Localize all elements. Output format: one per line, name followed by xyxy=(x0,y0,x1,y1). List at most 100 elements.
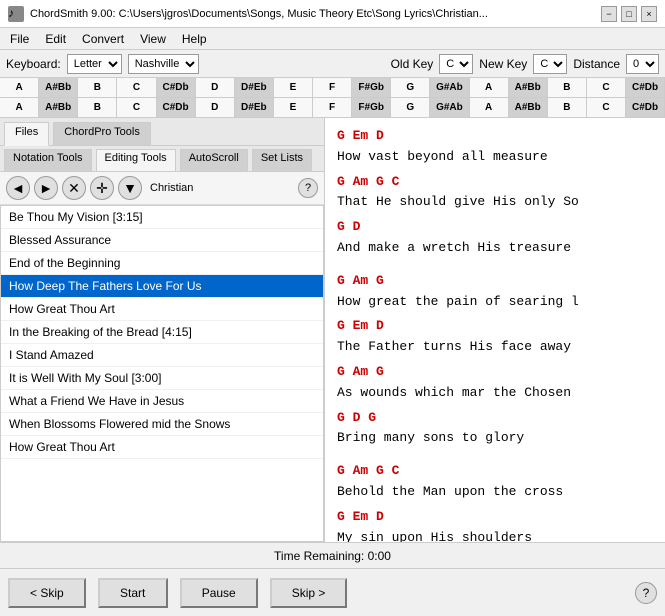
status-bar: Time Remaining: 0:00 xyxy=(0,542,665,568)
song-item[interactable]: How Deep The Fathers Love For Us xyxy=(1,275,323,298)
menu-item-edit[interactable]: Edit xyxy=(39,30,72,48)
blank-line xyxy=(337,263,653,271)
piano-key-AsharpBb[interactable]: A#Bb xyxy=(39,98,78,117)
piano-key-D[interactable]: D xyxy=(196,98,235,117)
chord-line: G Am G C xyxy=(337,172,653,193)
old-key-select[interactable]: C xyxy=(439,54,473,74)
piano-key-G[interactable]: G xyxy=(391,78,430,97)
sub-tab-2[interactable]: AutoScroll xyxy=(180,149,248,171)
piano-key-E[interactable]: E xyxy=(274,78,313,97)
piano-key-C[interactable]: C xyxy=(587,78,626,97)
piano-key-FsharpGb[interactable]: F#Gb xyxy=(352,98,391,117)
main-tab-0[interactable]: Files xyxy=(4,122,49,146)
new-key-label: New Key xyxy=(479,57,527,71)
prev-button[interactable]: ◄ xyxy=(6,176,30,200)
piano-key-CsharpDb[interactable]: C#Db xyxy=(157,78,196,97)
song-item[interactable]: How Great Thou Art xyxy=(1,298,323,321)
piano-key-F[interactable]: F xyxy=(313,98,352,117)
piano-key-FsharpGb[interactable]: F#Gb xyxy=(352,78,391,97)
piano-key-CsharpDb[interactable]: C#Db xyxy=(626,78,665,97)
main-tabs: FilesChordPro Tools xyxy=(0,118,324,146)
pause-button[interactable]: Pause xyxy=(180,578,258,608)
piano-key-B[interactable]: B xyxy=(548,98,587,117)
nashville-select[interactable]: Nashville xyxy=(128,54,199,74)
song-item[interactable]: How Great Thou Art xyxy=(1,436,323,459)
sub-tab-1[interactable]: Editing Tools xyxy=(96,149,176,171)
piano-key-DsharpEb[interactable]: D#Eb xyxy=(235,98,274,117)
piano-key-B[interactable]: B xyxy=(548,78,587,97)
minimize-button[interactable]: − xyxy=(601,6,617,22)
piano-key-AsharpBb[interactable]: A#Bb xyxy=(509,98,548,117)
next-button[interactable]: ► xyxy=(34,176,58,200)
left-panel: FilesChordPro Tools Notation ToolsEditin… xyxy=(0,118,325,542)
menu-item-view[interactable]: View xyxy=(134,30,172,48)
keyboard-toolbar: Keyboard: Letter Nashville Old Key C New… xyxy=(0,50,665,78)
skip-back-button[interactable]: < Skip xyxy=(8,578,86,608)
main-content: FilesChordPro Tools Notation ToolsEditin… xyxy=(0,118,665,542)
maximize-button[interactable]: □ xyxy=(621,6,637,22)
chord-line: G D xyxy=(337,217,653,238)
time-remaining: Time Remaining: 0:00 xyxy=(274,549,391,563)
menu-item-convert[interactable]: Convert xyxy=(76,30,130,48)
lyric-line: Behold the Man upon the cross xyxy=(337,482,653,503)
title-bar: ♪ ChordSmith 9.00: C:\Users\jgros\Docume… xyxy=(0,0,665,28)
piano-key-CsharpDb[interactable]: C#Db xyxy=(626,98,665,117)
piano-key-A[interactable]: A xyxy=(470,78,509,97)
sub-tab-3[interactable]: Set Lists xyxy=(252,149,312,171)
toolbar-help-button[interactable]: ? xyxy=(298,178,318,198)
down-button[interactable]: ▼ xyxy=(118,176,142,200)
lyric-line: Bring many sons to glory xyxy=(337,428,653,449)
title-bar-left: ♪ ChordSmith 9.00: C:\Users\jgros\Docume… xyxy=(8,6,488,22)
bottom-buttons: < Skip Start Pause Skip > ? xyxy=(0,568,665,616)
piano-key-C[interactable]: C xyxy=(587,98,626,117)
piano-key-A[interactable]: A xyxy=(0,98,39,117)
song-item[interactable]: End of the Beginning xyxy=(1,252,323,275)
piano-key-AsharpBb[interactable]: A#Bb xyxy=(509,78,548,97)
piano-key-A[interactable]: A xyxy=(0,78,39,97)
song-list: Be Thou My Vision [3:15]Blessed Assuranc… xyxy=(0,205,324,542)
song-item[interactable]: Blessed Assurance xyxy=(1,229,323,252)
piano-key-G[interactable]: G xyxy=(391,98,430,117)
menu-item-help[interactable]: Help xyxy=(176,30,213,48)
piano-row-2: AA#BbBCC#DbDD#EbEFF#GbGG#AbAA#BbBCC#Db xyxy=(0,98,665,118)
piano-key-D[interactable]: D xyxy=(196,78,235,97)
piano-key-DsharpEb[interactable]: D#Eb xyxy=(235,78,274,97)
sub-tabs: Notation ToolsEditing ToolsAutoScrollSet… xyxy=(0,146,324,172)
piano-key-C[interactable]: C xyxy=(117,78,156,97)
sub-tab-0[interactable]: Notation Tools xyxy=(4,149,92,171)
song-item[interactable]: In the Breaking of the Bread [4:15] xyxy=(1,321,323,344)
song-item[interactable]: It is Well With My Soul [3:00] xyxy=(1,367,323,390)
piano-row-1: AA#BbBCC#DbDD#EbEFF#GbGG#AbAA#BbBCC#Db xyxy=(0,78,665,98)
right-panel: G Em DHow vast beyond all measureG Am G … xyxy=(325,118,665,542)
bottom-help-button[interactable]: ? xyxy=(635,582,657,604)
lyric-line: How great the pain of searing l xyxy=(337,292,653,313)
window-controls: − □ × xyxy=(601,6,657,22)
move-button[interactable]: ✛ xyxy=(90,176,114,200)
close-button[interactable]: × xyxy=(641,6,657,22)
new-key-select[interactable]: C xyxy=(533,54,567,74)
piano-key-F[interactable]: F xyxy=(313,78,352,97)
keyboard-select[interactable]: Letter xyxy=(67,54,122,74)
close-song-button[interactable]: ✕ xyxy=(62,176,86,200)
piano-key-C[interactable]: C xyxy=(117,98,156,117)
piano-key-AsharpBb[interactable]: A#Bb xyxy=(39,78,78,97)
piano-key-GsharpAb[interactable]: G#Ab xyxy=(430,98,469,117)
piano-key-A[interactable]: A xyxy=(470,98,509,117)
menu-item-file[interactable]: File xyxy=(4,30,35,48)
piano-key-E[interactable]: E xyxy=(274,98,313,117)
song-item[interactable]: When Blossoms Flowered mid the Snows xyxy=(1,413,323,436)
main-tab-1[interactable]: ChordPro Tools xyxy=(53,122,151,145)
start-button[interactable]: Start xyxy=(98,578,168,608)
chord-line: G Am G xyxy=(337,271,653,292)
chord-line: G Em D xyxy=(337,316,653,337)
piano-key-B[interactable]: B xyxy=(78,98,117,117)
distance-select[interactable]: 0 xyxy=(626,54,659,74)
song-item[interactable]: Be Thou My Vision [3:15] xyxy=(1,206,323,229)
skip-forward-button[interactable]: Skip > xyxy=(270,578,348,608)
piano-key-B[interactable]: B xyxy=(78,78,117,97)
piano-key-CsharpDb[interactable]: C#Db xyxy=(157,98,196,117)
menu-bar: FileEditConvertViewHelp xyxy=(0,28,665,50)
song-item[interactable]: I Stand Amazed xyxy=(1,344,323,367)
piano-key-GsharpAb[interactable]: G#Ab xyxy=(430,78,469,97)
song-item[interactable]: What a Friend We Have in Jesus xyxy=(1,390,323,413)
